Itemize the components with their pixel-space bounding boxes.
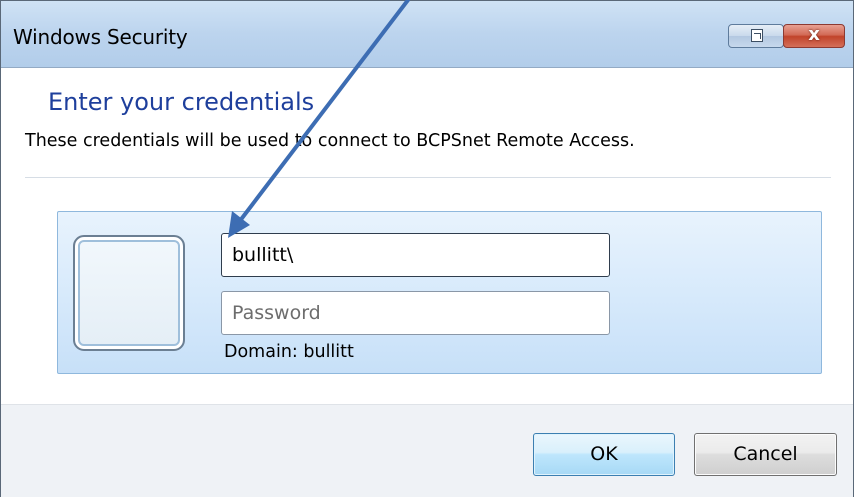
divider	[25, 177, 831, 178]
restore-button[interactable]	[728, 24, 784, 48]
ok-button[interactable]: OK	[533, 433, 675, 476]
dialog-description: These credentials will be used to connec…	[25, 131, 635, 151]
dialog-heading: Enter your credentials	[48, 88, 315, 116]
close-icon: x	[808, 24, 820, 45]
button-bar: OK Cancel	[1, 404, 853, 497]
dialog-content: Enter your credentials These credentials…	[1, 68, 853, 403]
domain-label: Domain: bullitt	[224, 342, 354, 362]
cancel-button[interactable]: Cancel	[694, 433, 837, 476]
credential-tile[interactable]: Domain: bullitt	[57, 211, 822, 374]
username-input[interactable]	[221, 233, 610, 277]
restore-icon	[751, 29, 763, 42]
password-input[interactable]	[221, 291, 610, 335]
user-tile-icon	[73, 235, 185, 351]
title-bar[interactable]: Windows Security x	[1, 1, 853, 68]
windows-security-dialog: Windows Security x Enter your credential…	[0, 0, 854, 497]
close-button[interactable]: x	[783, 24, 845, 48]
window-title: Windows Security	[13, 25, 188, 49]
